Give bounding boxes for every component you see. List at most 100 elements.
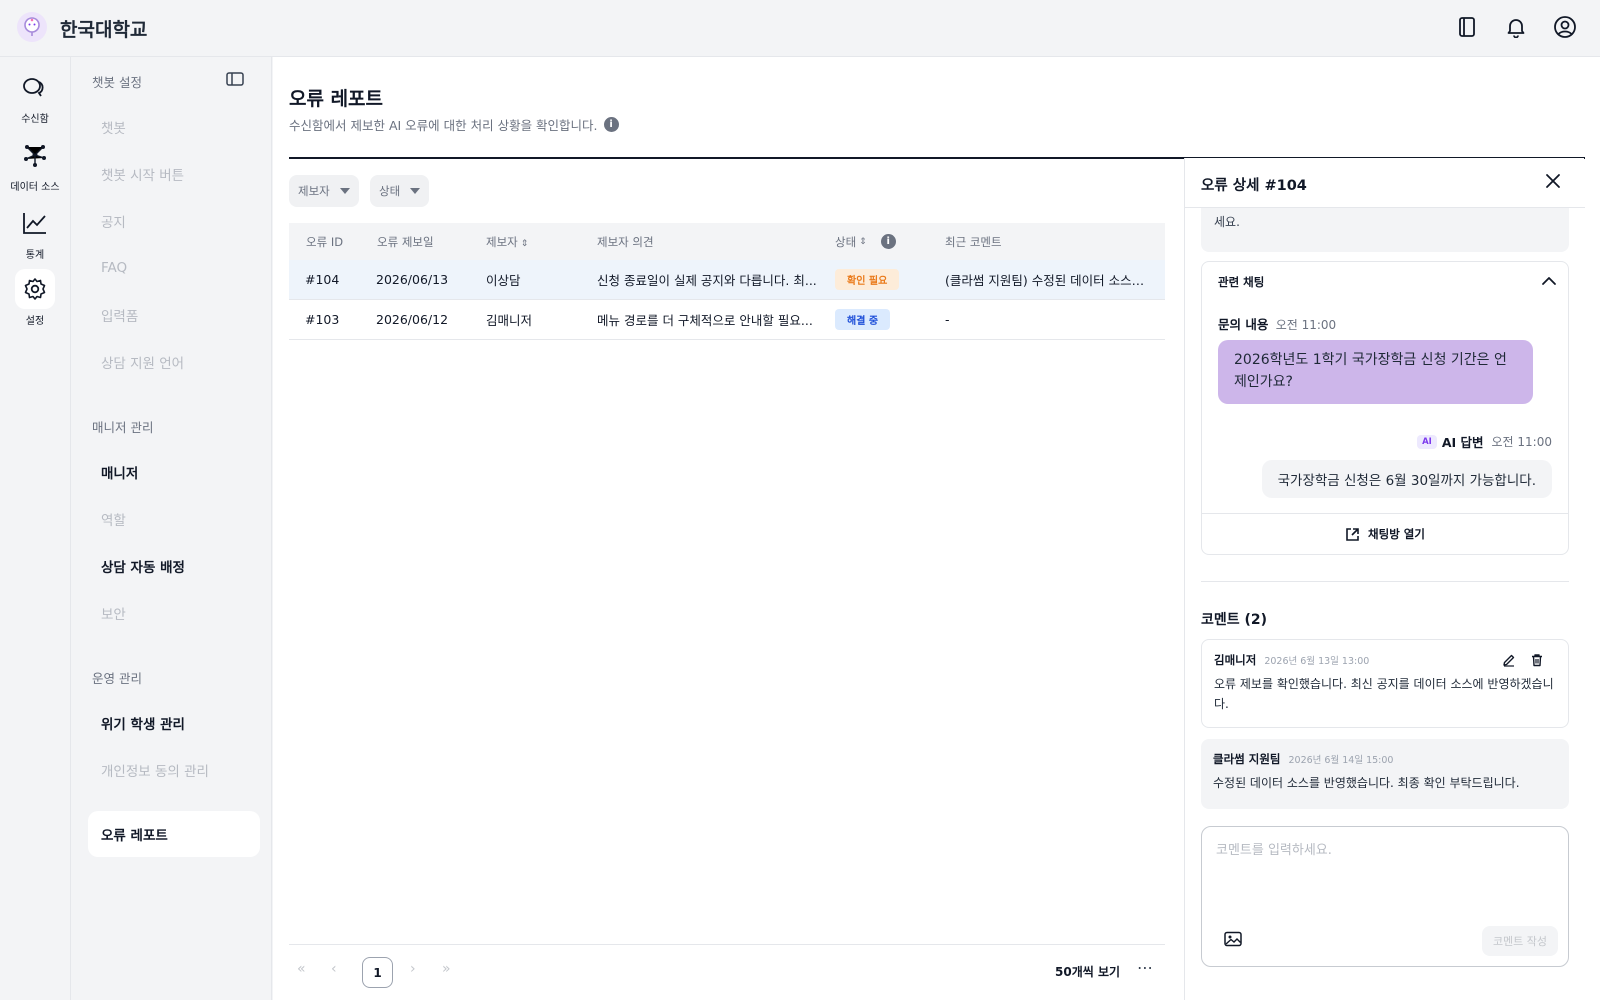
- page-title: 오류 레포트: [289, 88, 384, 110]
- cell-id: #104: [305, 272, 340, 287]
- sidebar-item-faq[interactable]: FAQ: [88, 245, 260, 291]
- prev-page-icon[interactable]: ‹: [331, 961, 337, 977]
- panel-title: 오류 상세 #104: [1201, 178, 1307, 194]
- open-chat-room-button[interactable]: 채팅방 열기: [1202, 513, 1568, 554]
- logo-icon: [24, 17, 40, 36]
- rail-item-stats[interactable]: 통계: [0, 203, 70, 261]
- question-time: 오전 11:00: [1275, 318, 1337, 332]
- col-header-comment: 최근 코멘트: [945, 234, 1002, 249]
- sidebar-item-security[interactable]: 보안: [88, 590, 260, 636]
- error-detail-panel: 오류 상세 #104 세요. 관련 채팅 문의 내용 오전 11:00 2026…: [1184, 158, 1585, 1000]
- table-header: 오류 ID 오류 제보일 제보자 ⇕ 제보자 의견 상태 ⇕ i 최근 코멘트: [289, 223, 1165, 260]
- chart-line-icon: [15, 203, 55, 243]
- page-size-select[interactable]: 50개씩 보기: [1055, 963, 1120, 980]
- sidebar-item-auto-assign[interactable]: 상담 자동 배정: [88, 543, 260, 589]
- question-header: 문의 내용 오전 11:00: [1218, 314, 1336, 333]
- cell-opinion: 신청 종료일이 실제 공지와 다릅니다. 최...: [597, 273, 817, 288]
- table-row[interactable]: #104 2026/06/13 이상담 신청 종료일이 실제 공지와 다릅니다.…: [289, 260, 1165, 300]
- info-icon[interactable]: i: [880, 234, 896, 249]
- panel-divider: [1201, 581, 1569, 582]
- delete-trash-icon[interactable]: [1530, 652, 1546, 668]
- app-logo[interactable]: [17, 12, 47, 42]
- cell-date: 2026/06/13: [376, 272, 449, 287]
- cell-id: #103: [305, 312, 340, 327]
- sidebar-item-notice[interactable]: 공지: [88, 198, 260, 244]
- rail-item-settings[interactable]: 설정: [0, 269, 70, 327]
- filter-status[interactable]: 상태: [370, 175, 430, 207]
- col-header-label: 상태: [835, 234, 857, 249]
- question-bubble: 2026학년도 1학기 국가장학금 신청 기간은 언제인가요?: [1218, 340, 1533, 404]
- rail-item-data-source[interactable]: 데이터 소스: [0, 135, 70, 193]
- answer-header: AI AI 답변 오전 11:00: [1417, 432, 1552, 451]
- sidebar-item-privacy-consent[interactable]: 개인정보 동의 관리: [88, 747, 260, 793]
- external-link-icon: [1346, 527, 1359, 541]
- bell-icon[interactable]: [1503, 14, 1529, 40]
- question-label: 문의 내용: [1218, 317, 1269, 332]
- related-chat-title: 관련 채팅: [1218, 275, 1265, 289]
- filter-reporter[interactable]: 제보자: [289, 175, 359, 207]
- caret-down-icon: [339, 188, 350, 194]
- status-badge: 확인 필요: [835, 269, 900, 290]
- comment-author: 클라썸 지원팀: [1213, 752, 1281, 766]
- ai-badge: AI: [1417, 434, 1437, 449]
- col-header-status[interactable]: 상태 ⇕ i: [835, 234, 896, 250]
- status-badge: 해결 중: [835, 309, 891, 330]
- first-page-icon[interactable]: «: [297, 961, 306, 977]
- comment-input[interactable]: [1216, 839, 1554, 909]
- sidebar-item-error-report[interactable]: 오류 레포트: [88, 811, 260, 857]
- rail-label: 통계: [25, 250, 45, 261]
- pagination: « ‹ 1 › » 50개씩 보기 ⋯: [289, 944, 1165, 1000]
- answer-time: 오전 11:00: [1491, 435, 1552, 449]
- rail-label: 설정: [25, 316, 45, 327]
- related-chat-card: 관련 채팅 문의 내용 오전 11:00 2026학년도 1학기 국가장학금 신…: [1201, 261, 1569, 555]
- filter-label: 상태: [379, 184, 401, 198]
- cell-reporter: 이상담: [486, 273, 521, 288]
- answer-bubble: 국가장학금 신청은 6월 30일까지 가능합니다.: [1261, 460, 1552, 498]
- col-header-reporter[interactable]: 제보자 ⇕: [486, 234, 528, 250]
- sidebar-section-ops: 운영 관리: [92, 671, 142, 686]
- rail-label: 수신함: [21, 114, 49, 125]
- comment-text: 오류 제보를 확인했습니다. 최신 공지를 데이터 소스에 반영하겠습니다.: [1214, 677, 1554, 711]
- network-icon: [15, 135, 55, 175]
- sidebar-collapse-icon[interactable]: [226, 71, 246, 89]
- chevron-up-icon[interactable]: [1540, 272, 1558, 290]
- sidebar-item-manager[interactable]: 매니저: [88, 449, 260, 495]
- cell-comment: (클라썸 지원팀) 수정된 데이터 소스를 ...: [945, 273, 1155, 288]
- filter-label: 제보자: [298, 184, 330, 198]
- caret-down-icon: [410, 188, 421, 194]
- sidebar-item-input-form[interactable]: 입력폼: [88, 292, 260, 338]
- opinion-text-tail: 세요.: [1214, 215, 1240, 229]
- comment-text: 수정된 데이터 소스를 반영했습니다. 최종 확인 부탁드립니다.: [1213, 776, 1520, 790]
- page-number-current[interactable]: 1: [362, 957, 393, 988]
- image-attach-icon[interactable]: [1224, 931, 1244, 949]
- last-page-icon[interactable]: »: [442, 961, 451, 977]
- sidebar-item-languages[interactable]: 상담 지원 언어: [88, 339, 260, 385]
- guide-book-icon[interactable]: [1454, 14, 1480, 40]
- cell-date: 2026/06/12: [376, 312, 449, 327]
- edit-pencil-icon[interactable]: [1502, 652, 1518, 668]
- top-bar: 한국대학교: [0, 0, 1600, 57]
- next-page-icon[interactable]: ›: [410, 961, 416, 977]
- sort-icon: ⇕: [520, 238, 529, 249]
- col-header-label: 제보자: [486, 234, 518, 249]
- page-description: 수신함에서 제보한 AI 오류에 대한 처리 상황을 확인합니다. i: [289, 115, 619, 134]
- opinion-text-box: 세요.: [1201, 208, 1569, 252]
- sidebar-item-crisis-students[interactable]: 위기 학생 관리: [88, 700, 260, 746]
- user-profile-icon[interactable]: [1552, 14, 1578, 40]
- col-header-date: 오류 제보일: [377, 234, 434, 249]
- rail-item-inbox[interactable]: 수신함: [0, 67, 70, 125]
- sidebar-item-chatbot-start-button[interactable]: 챗봇 시작 버튼: [88, 151, 260, 197]
- cell-reporter: 김매니저: [486, 313, 533, 328]
- more-options-icon[interactable]: ⋯: [1137, 958, 1154, 977]
- submit-comment-button[interactable]: 코멘트 작성: [1482, 926, 1558, 956]
- cell-status: 해결 중: [835, 309, 891, 330]
- table-row[interactable]: #103 2026/06/12 김매니저 메뉴 경로를 더 구체적으로 안내할 …: [289, 300, 1165, 340]
- sidebar-item-role[interactable]: 역할: [88, 496, 260, 542]
- comment-item: 김매니저 2026년 6월 13일 13:00 오류 제보를 확인했습니다. 최…: [1201, 639, 1569, 728]
- open-chat-room-label: 채팅방 열기: [1368, 527, 1425, 541]
- comment-author: 김매니저: [1214, 653, 1257, 667]
- close-icon[interactable]: [1543, 171, 1563, 191]
- sidebar-item-chatbot[interactable]: 챗봇: [88, 104, 260, 150]
- info-icon[interactable]: i: [603, 117, 619, 132]
- inbox-chat-icon: [15, 67, 55, 107]
